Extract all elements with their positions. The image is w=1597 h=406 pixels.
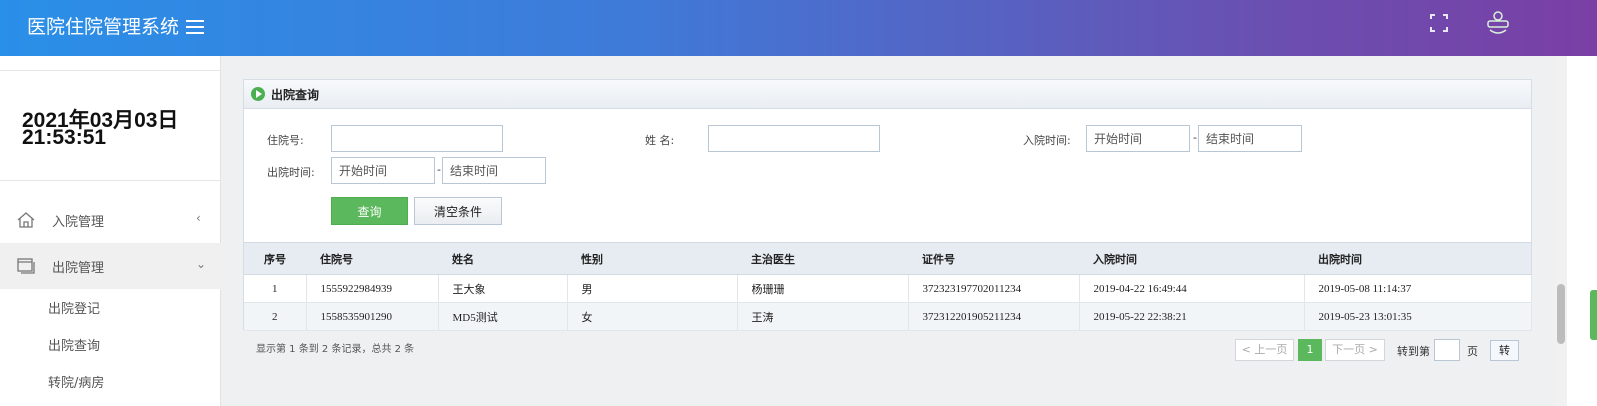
chevron-down-icon: ⌄: [196, 257, 207, 271]
column-header[interactable]: 证件号: [908, 242, 1079, 275]
submenu-transfer-ward[interactable]: 转院/病房: [48, 372, 104, 391]
discharge-time-label: 出院时间:: [267, 166, 315, 179]
submenu-discharge-query[interactable]: 出院查询: [48, 335, 100, 354]
column-header[interactable]: 性别: [567, 242, 737, 275]
play-circle-icon: [251, 87, 265, 101]
table-cell: 1558535901290: [306, 302, 439, 331]
table-cell: MD5测试: [438, 302, 568, 331]
page-1-button[interactable]: 1: [1298, 339, 1322, 361]
right-edge: [1567, 56, 1597, 406]
query-button[interactable]: 查询: [331, 197, 408, 225]
top-navbar: 医院住院管理系统: [0, 0, 1597, 56]
table-cell: 杨珊珊: [737, 274, 909, 303]
column-header[interactable]: 姓名: [438, 242, 567, 275]
column-header[interactable]: 出院时间: [1304, 242, 1531, 275]
admission-no-input[interactable]: [331, 125, 503, 152]
goto-page-input[interactable]: [1434, 339, 1460, 361]
column-header[interactable]: 序号: [244, 242, 306, 275]
table-cell: 王涛: [737, 302, 909, 331]
table-header-row: 序号 住院号 姓名 性别 主治医生 证件号 入院时间 出院时间: [244, 242, 1531, 275]
admit-start-input[interactable]: [1086, 125, 1190, 152]
panel-title: 出院查询: [271, 88, 320, 102]
panel-header: 出院查询: [244, 80, 1531, 109]
vertical-scrollbar[interactable]: [1555, 56, 1567, 406]
scrollbar-thumb[interactable]: [1557, 284, 1565, 344]
discharge-start-input[interactable]: [331, 157, 435, 184]
table-cell: 372323197702011234: [908, 274, 1080, 303]
name-input[interactable]: [708, 125, 880, 152]
table-cell: 2019-04-22 16:49:44: [1079, 274, 1305, 303]
table-cell: 男: [567, 274, 738, 303]
home-icon: [16, 210, 36, 230]
chevron-left-icon: ‹: [196, 211, 201, 225]
clock-time: 21:53:51: [22, 126, 107, 149]
next-page-button[interactable]: 下一页 >: [1325, 339, 1385, 361]
clear-conditions-button[interactable]: 清空条件: [414, 197, 502, 225]
admit-time-label: 入院时间:: [1023, 134, 1071, 147]
submenu-discharge-register[interactable]: 出院登记: [48, 298, 100, 317]
window-icon: [16, 256, 36, 276]
column-header[interactable]: 住院号: [306, 242, 438, 275]
admit-end-input[interactable]: [1198, 125, 1302, 152]
discharge-end-input[interactable]: [442, 157, 546, 184]
table-cell: 2019-05-08 11:14:37: [1304, 274, 1532, 303]
pagination-summary: 显示第 1 条到 2 条记录，总共 2 条: [256, 344, 415, 355]
name-label: 姓 名:: [645, 134, 675, 147]
hamburger-icon[interactable]: [186, 20, 204, 34]
admission-no-label: 住院号:: [267, 134, 304, 147]
range-separator: -: [1193, 131, 1197, 144]
discharge-query-panel: 出院查询 住院号: 姓 名: 入院时间: - 出院时间: - 查询 清空条件 序…: [243, 79, 1532, 331]
fullscreen-icon[interactable]: [1430, 14, 1448, 32]
clock-panel: 2021年03月03日 21:53:51: [0, 70, 221, 181]
menu-label: 出院管理: [52, 261, 105, 276]
menu-item-admission[interactable]: 入院管理 ‹: [0, 197, 221, 243]
prev-page-button[interactable]: < 上一页: [1235, 339, 1294, 361]
column-header[interactable]: 入院时间: [1079, 242, 1304, 275]
app-title: 医院住院管理系统: [27, 16, 180, 38]
menu-label: 入院管理: [52, 215, 105, 230]
table-row[interactable]: 2 1558535901290 MD5测试 女 王涛 3723122019052…: [244, 302, 1532, 331]
table-cell: 女: [567, 302, 738, 331]
page-unit-label: 页: [1467, 345, 1478, 358]
column-header[interactable]: 主治医生: [737, 242, 908, 275]
table-cell: 1555922984939: [306, 274, 439, 303]
table-cell: 372312201905211234: [908, 302, 1080, 331]
range-separator: -: [437, 163, 441, 176]
goto-label: 转到第: [1397, 345, 1430, 358]
table-cell: 1: [244, 274, 307, 303]
discharge-table: 序号 住院号 姓名 性别 主治医生 证件号 入院时间 出院时间 1 155592…: [244, 242, 1532, 331]
table-cell: 2: [244, 302, 307, 331]
table-row[interactable]: 1 1555922984939 王大象 男 杨珊珊 37232319770201…: [244, 274, 1532, 303]
menu-item-discharge[interactable]: 出院管理 ⌄: [0, 243, 221, 289]
sidebar: 2021年03月03日 21:53:51 入院管理 ‹ 出院管理 ⌄ 出院登记 …: [0, 56, 221, 406]
table-cell: 2019-05-22 22:38:21: [1079, 302, 1305, 331]
side-tab[interactable]: [1590, 290, 1597, 340]
table-cell: 2019-05-23 13:01:35: [1304, 302, 1532, 331]
table-cell: 王大象: [438, 274, 568, 303]
goto-page-button[interactable]: 转: [1490, 340, 1519, 361]
user-avatar-icon[interactable]: [1484, 10, 1512, 36]
